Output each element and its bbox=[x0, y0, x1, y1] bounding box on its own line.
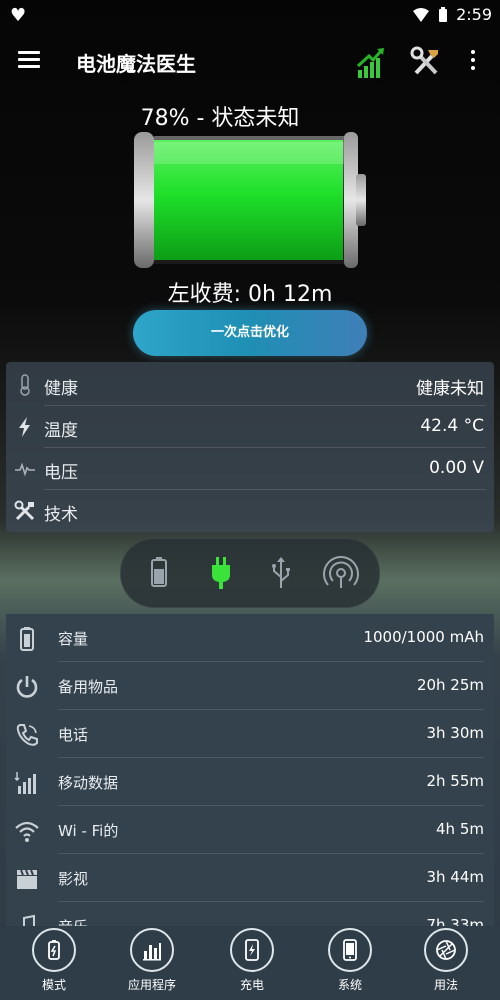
nav-label: 系统 bbox=[337, 978, 362, 992]
more-options-icon[interactable] bbox=[470, 50, 476, 74]
list-item-value: 7h 33m bbox=[426, 916, 484, 926]
wifi-icon bbox=[15, 821, 39, 842]
phone-icon bbox=[16, 724, 38, 746]
info-label: 电压 bbox=[44, 463, 78, 483]
remaining-time: 左收费: 0h 12m bbox=[167, 282, 333, 307]
battery-mode-icon bbox=[48, 940, 60, 960]
music-icon bbox=[23, 914, 35, 926]
list-item-value: 4h 5m bbox=[436, 820, 484, 838]
usage-list: 容量 1000/1000 mAh 备用物品 20h 25m 电话 3h 30m … bbox=[6, 614, 494, 926]
clapperboard-icon bbox=[17, 869, 37, 889]
list-item-value: 3h 44m bbox=[426, 868, 484, 886]
list-item-label: 音乐 bbox=[58, 916, 88, 926]
info-label: 温度 bbox=[44, 421, 78, 441]
optimize-button[interactable]: 一次点击优化 bbox=[133, 310, 367, 356]
bottom-navigation: 模式 应用程序 充电 系统 用法 bbox=[0, 926, 500, 1000]
power-icon bbox=[16, 676, 38, 698]
plug-icon[interactable] bbox=[203, 555, 239, 591]
nav-item-system[interactable]: 系统 bbox=[310, 928, 390, 998]
usb-icon[interactable] bbox=[263, 555, 299, 591]
nav-item-apps[interactable]: 应用程序 bbox=[112, 928, 192, 998]
phone-icon bbox=[343, 939, 357, 961]
list-item: 电话 3h 30m bbox=[6, 710, 494, 758]
list-item-value: 2h 55m bbox=[426, 772, 484, 790]
nav-label: 用法 bbox=[433, 978, 458, 992]
status-icons: 2:59 bbox=[412, 5, 492, 24]
heart-icon: ♥ bbox=[10, 5, 27, 26]
bolt-icon bbox=[19, 417, 30, 437]
info-row-voltage: 电压 0.00 V bbox=[6, 448, 494, 490]
thermometer-icon bbox=[20, 374, 30, 396]
nav-item-usage[interactable]: 用法 bbox=[406, 928, 486, 998]
list-item: 容量 1000/1000 mAh bbox=[6, 614, 494, 662]
battery-info-panel: 健康 健康未知 温度 42.4 °C 电压 0.00 V 技术 bbox=[6, 362, 494, 532]
info-row-health: 健康 健康未知 bbox=[6, 364, 494, 406]
signal-icon bbox=[14, 772, 36, 794]
info-value: 健康未知 bbox=[416, 379, 484, 399]
trend-up-icon[interactable] bbox=[355, 44, 387, 80]
list-item-label: 容量 bbox=[58, 630, 89, 648]
info-label: 技术 bbox=[44, 505, 78, 525]
nav-item-charging[interactable]: 充电 bbox=[212, 928, 292, 998]
list-item: 音乐 7h 33m bbox=[6, 902, 494, 926]
list-item-label: 备用物品 bbox=[58, 678, 119, 696]
wifi-status-icon bbox=[413, 7, 430, 22]
list-item-label: 电话 bbox=[58, 726, 89, 744]
nav-label: 充电 bbox=[239, 978, 264, 992]
nav-label: 应用程序 bbox=[127, 978, 176, 992]
tools-icon bbox=[14, 500, 35, 521]
battery-icon bbox=[20, 627, 34, 651]
list-item-value: 1000/1000 mAh bbox=[363, 628, 484, 646]
list-item: 影视 3h 44m bbox=[6, 854, 494, 902]
charging-phone-icon bbox=[245, 939, 259, 961]
battery-icon[interactable] bbox=[141, 555, 177, 591]
pulse-icon bbox=[15, 462, 35, 477]
list-item-value: 3h 30m bbox=[426, 724, 484, 742]
battery-graphic bbox=[134, 132, 366, 268]
list-item-label: Wi - Fi的 bbox=[58, 822, 119, 840]
tools-icon[interactable] bbox=[410, 46, 442, 78]
menu-icon[interactable] bbox=[18, 51, 40, 69]
status-time: 2:59 bbox=[456, 5, 492, 24]
list-item: 移动数据 2h 55m bbox=[6, 758, 494, 806]
app-bar: 电池魔法医生 bbox=[0, 40, 500, 84]
wireless-icon[interactable] bbox=[323, 555, 359, 591]
list-item: Wi - Fi的 4h 5m bbox=[6, 806, 494, 854]
info-row-temperature: 温度 42.4 °C bbox=[6, 406, 494, 448]
list-item: 备用物品 20h 25m bbox=[6, 662, 494, 710]
app-title: 电池魔法医生 bbox=[76, 52, 196, 76]
list-item-label: 移动数据 bbox=[58, 774, 119, 792]
bar-chart-icon bbox=[143, 943, 161, 961]
info-value: 0.00 V bbox=[429, 458, 484, 478]
info-value: 42.4 °C bbox=[420, 416, 484, 436]
list-item-label: 影视 bbox=[58, 870, 89, 888]
info-row-technology: 技术 bbox=[6, 490, 494, 532]
aperture-icon bbox=[436, 940, 456, 960]
charging-mode-selector bbox=[120, 538, 380, 608]
battery-status-icon bbox=[439, 6, 448, 22]
status-bar: ♥ 2:59 bbox=[0, 0, 500, 30]
battery-status-text: 78% - 状态未知 bbox=[140, 106, 300, 131]
info-label: 健康 bbox=[44, 379, 78, 399]
nav-item-mode[interactable]: 模式 bbox=[14, 928, 94, 998]
list-item-value: 20h 25m bbox=[416, 676, 484, 694]
nav-label: 模式 bbox=[41, 978, 66, 992]
